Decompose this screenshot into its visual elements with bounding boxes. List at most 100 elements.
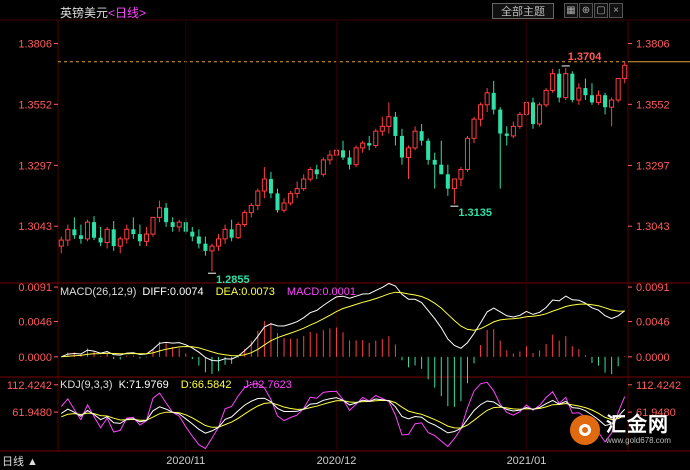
candle-body-up — [563, 73, 569, 99]
candle-body-down — [170, 222, 175, 227]
candle-body-down — [92, 222, 97, 238]
candle-body-up — [104, 228, 110, 243]
candle-body-up — [222, 228, 228, 240]
theme-button[interactable]: 全部主题 — [492, 3, 554, 19]
candle-body-down — [340, 150, 346, 158]
candle-body-up — [373, 130, 379, 147]
candle-body-down — [445, 174, 450, 189]
candle-body-down — [426, 140, 431, 160]
candle-body-up — [242, 212, 248, 226]
price-axis-label-left: 1.3297 — [18, 160, 52, 172]
kdj-axis-label-left: 112.4242 — [7, 380, 52, 392]
maximize-icon[interactable]: ▢ — [594, 3, 608, 18]
window-controls: ▦ ⊕ ▢ × — [564, 3, 623, 18]
candle-body-down — [347, 157, 352, 165]
chart-header: 英镑美元<日线> — [60, 4, 146, 21]
candle-body-down — [393, 116, 398, 136]
candle-body-up — [484, 92, 490, 106]
kdj-axis-label-left: 61.9480 — [12, 407, 52, 419]
macd-diff-value: 0.0074 — [169, 286, 204, 298]
price-axis-label-left: 1.3806 — [18, 39, 52, 51]
candle-body-up — [412, 130, 418, 149]
candle-body-up — [471, 118, 477, 139]
date-axis-label: 2021/01 — [507, 455, 547, 467]
candle-body-down — [190, 231, 195, 237]
candle-body-down — [432, 159, 437, 165]
macd-axis-label-left: 0.0091 — [18, 282, 52, 294]
candle-body-down — [498, 109, 503, 134]
candle-body-down — [504, 133, 509, 136]
candle-body-up — [215, 238, 222, 247]
kdj-header: KDJ(9,3,3) K:71.9769 D:66.5842 J:82.7623 — [60, 379, 292, 391]
grid-icon[interactable]: ▦ — [564, 3, 578, 18]
candle-body-up — [360, 142, 366, 149]
candle-body-up — [379, 125, 385, 132]
low-price-annotation: 1.3135 — [458, 207, 492, 219]
candle-body-up — [124, 228, 130, 240]
candle-body-up — [143, 233, 149, 242]
close-icon[interactable]: × — [609, 3, 623, 18]
candle-body-up — [386, 116, 392, 127]
candle-body-up — [320, 159, 326, 175]
candle-body-up — [248, 204, 254, 214]
macd-axis-label-right: 0.0091 — [636, 282, 670, 294]
candle-body-down — [111, 229, 116, 247]
brand-name: 汇金网 — [606, 414, 669, 436]
brand-logo-icon — [570, 414, 600, 445]
candle-body-up — [464, 137, 471, 170]
price-axis-label-right: 1.3806 — [636, 39, 670, 51]
candle-body-up — [307, 168, 313, 180]
candle-body-up — [517, 113, 523, 127]
kdj-title: KDJ(9,3,3) — [60, 379, 113, 391]
candle-body-down — [583, 88, 588, 96]
candle-body-up — [595, 94, 602, 103]
low-price-annotation: 1.2855 — [216, 274, 250, 286]
price-axis-label-right: 1.3552 — [636, 99, 670, 111]
kdj-d-value: 66.5842 — [191, 379, 232, 391]
chart-canvas: 1.3806 1.3806 1.3552 1.3552 1.3297 1.3297 1.30… — [0, 19, 690, 467]
candle-body-up — [117, 238, 123, 247]
candle-body-down — [275, 193, 280, 211]
candle-body-up — [65, 228, 71, 241]
candle-body-down — [78, 235, 83, 239]
candle-body-up — [451, 178, 457, 190]
candle-body-up — [301, 178, 307, 190]
candle-body-up — [209, 245, 215, 252]
candle-body-down — [72, 229, 77, 236]
candle-body-up — [327, 154, 333, 161]
period-selector[interactable]: <日线> — [108, 6, 146, 20]
kdj-j-value: 82.7623 — [252, 379, 292, 391]
candle-body-up — [294, 188, 300, 194]
price-axis-label-left: 1.3043 — [18, 221, 52, 233]
macd-header: MACD(26,12,9) DIFF:0.0074 DEA:0.0073 MACD:0… — [60, 286, 357, 298]
pin-icon[interactable]: ⊕ — [579, 3, 593, 18]
candle-body-down — [367, 143, 372, 146]
brand-watermark: 汇金网 www.gold678.com — [570, 414, 671, 445]
date-axis-label: 2020/12 — [317, 455, 357, 467]
high-price-annotation: 1.3704 — [568, 51, 603, 63]
candle-body-up — [615, 77, 621, 101]
candle-body-up — [622, 64, 628, 79]
kdj-k-line — [61, 397, 626, 434]
candle-body-down — [603, 95, 608, 108]
symbol-title: 英镑美元 — [60, 6, 109, 20]
candle-body-down — [439, 164, 444, 175]
price-axis-label-right: 1.3297 — [636, 160, 670, 172]
candle-body-up — [537, 104, 543, 125]
macd-axis-label-left: 0.0046 — [18, 317, 52, 329]
candle-body-up — [281, 202, 287, 211]
candle-body-up — [510, 125, 516, 137]
candle-body-up — [353, 147, 359, 166]
macd-axis-label-right: 0.0046 — [636, 317, 670, 329]
macd-dea-value: 0.0073 — [241, 286, 275, 298]
candle-body-down — [164, 207, 169, 223]
candle-body-up — [288, 192, 294, 204]
candle-body-down — [137, 234, 142, 242]
candle-body-up — [84, 221, 91, 240]
period-corner-label[interactable]: 日线 ▲ — [2, 453, 38, 469]
candle-body-up — [543, 89, 549, 106]
candle-body-up — [458, 168, 464, 180]
candle-body-up — [235, 224, 241, 239]
candle-body-down — [491, 92, 496, 110]
candle-body-up — [255, 190, 261, 206]
